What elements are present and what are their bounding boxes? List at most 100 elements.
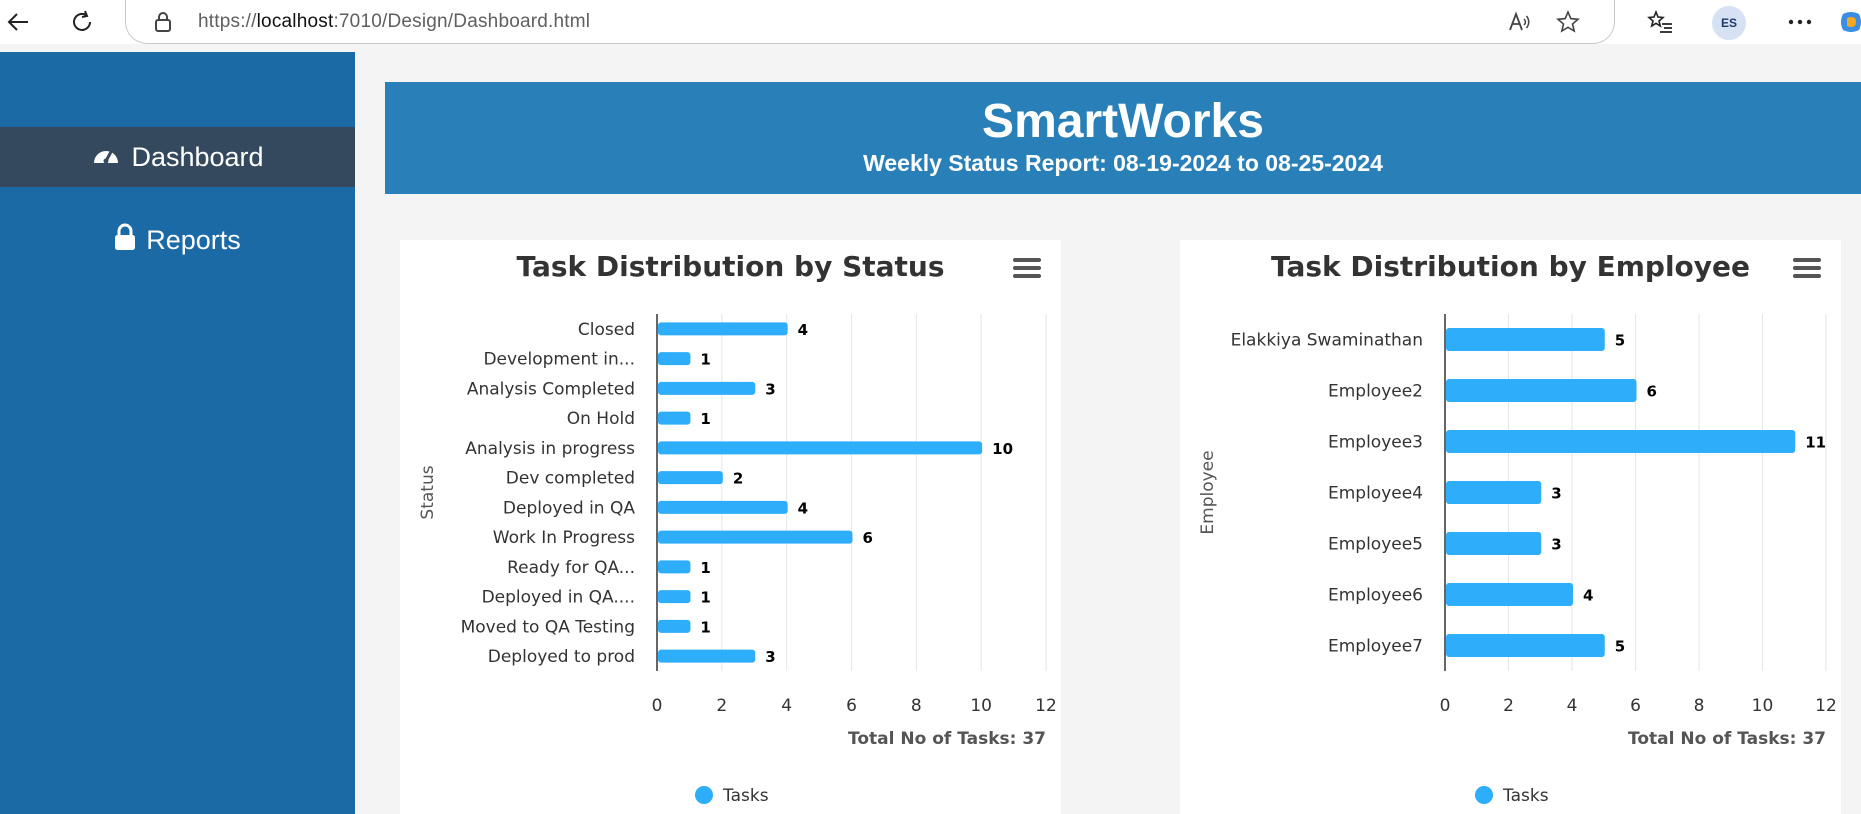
x-axis-title: Total No of Tasks: 37: [848, 729, 1046, 749]
status-chart-panel: Task Distribution by Status Closed 4 Devel…: [400, 240, 1061, 814]
sidebar-item-reports[interactable]: Reports: [0, 210, 355, 270]
data-label: 5: [1615, 638, 1625, 656]
category-label: Development in...: [483, 350, 635, 370]
data-label: 3: [765, 380, 775, 398]
status-chart: Closed 4 Development in... 1 Analysis Comple…: [418, 314, 1057, 806]
data-label: 3: [1551, 536, 1561, 554]
address-bar[interactable]: https://localhost:7010/Design/Dashboard.…: [125, 0, 1615, 44]
data-label: 6: [1647, 383, 1657, 401]
sidebar: Dashboard Reports: [0, 52, 355, 814]
legend-label: Tasks: [1502, 786, 1549, 806]
data-label: 10: [992, 440, 1013, 458]
browser-toolbar: https://localhost:7010/Design/Dashboard.…: [0, 0, 1861, 44]
tick-label: 0: [1440, 696, 1451, 716]
lock-icon: [114, 223, 136, 258]
category-label: Dev completed: [506, 469, 635, 489]
tick-label: 8: [911, 696, 922, 716]
data-label: 11: [1805, 434, 1826, 452]
more-options-icon[interactable]: [1785, 8, 1815, 36]
url-host: localhost: [256, 11, 334, 32]
bar: [658, 322, 788, 336]
category-label: Employee4: [1328, 484, 1423, 504]
data-label: 4: [798, 321, 808, 339]
category-label: Employee5: [1328, 535, 1423, 555]
bar: [1446, 379, 1637, 402]
data-label: 1: [700, 410, 710, 428]
category-label: Deployed in QA: [503, 498, 635, 518]
tick-label: 10: [970, 696, 992, 716]
bar: [658, 500, 788, 514]
category-label: Employee3: [1328, 433, 1423, 453]
refresh-icon[interactable]: [64, 6, 100, 38]
bar: [658, 590, 691, 604]
back-arrow-icon[interactable]: [0, 6, 36, 38]
y-axis-title: Employee: [1198, 450, 1218, 534]
legend-marker: [1475, 786, 1493, 804]
category-label: Deployed to prod: [488, 647, 635, 667]
bar: [1446, 328, 1605, 351]
read-aloud-icon[interactable]: [1506, 9, 1534, 35]
url-prefix: https://: [198, 11, 257, 32]
tick-label: 4: [781, 696, 792, 716]
category-label: Closed: [578, 320, 635, 340]
bar: [658, 411, 691, 425]
padlock-icon[interactable]: [154, 11, 172, 38]
bar: [658, 381, 756, 395]
bar: [658, 619, 691, 633]
tick-label: 12: [1035, 696, 1057, 716]
tick-label: 2: [716, 696, 727, 716]
url-path: :7010/Design/Dashboard.html: [333, 11, 591, 32]
data-label: 5: [1615, 332, 1625, 350]
data-label: 4: [1583, 587, 1593, 605]
tick-label: 12: [1815, 696, 1837, 716]
tick-label: 8: [1694, 696, 1705, 716]
sidebar-item-label: Reports: [146, 224, 241, 255]
bar: [658, 471, 723, 485]
header-banner: SmartWorks Weekly Status Report: 08-19-2…: [385, 82, 1861, 194]
category-label: On Hold: [567, 409, 635, 429]
sidebar-item-label: Dashboard: [131, 141, 264, 172]
category-label: Deployed in QA....: [482, 588, 635, 608]
favorites-icon[interactable]: [1645, 8, 1675, 36]
employee-chart: Elakkiya Swaminathan 5Employee2 6Employee3…: [1198, 314, 1837, 806]
category-label: Employee7: [1328, 637, 1423, 657]
page-subtitle: Weekly Status Report: 08-19-2024 to 08-2…: [863, 150, 1383, 176]
bar: [658, 352, 691, 366]
bar: [1446, 481, 1542, 504]
favorite-star-icon[interactable]: [1554, 9, 1582, 35]
category-label: Analysis Completed: [467, 379, 635, 399]
category-label: Employee6: [1328, 586, 1423, 606]
gauge-icon: [91, 141, 121, 174]
bar: [658, 560, 691, 574]
bar: [1446, 532, 1542, 555]
tick-label: 4: [1567, 696, 1578, 716]
sidebar-item-dashboard[interactable]: Dashboard: [0, 127, 355, 187]
category-label: Moved to QA Testing: [461, 617, 635, 637]
data-label: 6: [863, 529, 873, 547]
x-axis-title: Total No of Tasks: 37: [1628, 729, 1826, 749]
avatar[interactable]: ES: [1712, 6, 1746, 40]
tick-label: 6: [1630, 696, 1641, 716]
category-label: Employee2: [1328, 382, 1423, 402]
copilot-icon[interactable]: [1836, 8, 1861, 36]
data-label: 3: [765, 648, 775, 666]
bar: [658, 441, 983, 455]
data-label: 1: [700, 589, 710, 607]
legend-label: Tasks: [722, 786, 769, 806]
category-label: Work In Progress: [493, 528, 635, 548]
category-label: Elakkiya Swaminathan: [1231, 331, 1423, 351]
category-label: Ready for QA...: [507, 558, 635, 578]
bar: [1446, 430, 1796, 453]
category-label: Analysis in progress: [465, 439, 635, 459]
data-label: 1: [700, 618, 710, 636]
tick-label: 2: [1503, 696, 1514, 716]
url-text: https://localhost:7010/Design/Dashboard.…: [198, 11, 590, 33]
tick-label: 10: [1752, 696, 1774, 716]
bar: [658, 530, 853, 544]
y-axis-title: Status: [418, 465, 438, 519]
employee-chart-panel: Task Distribution by Employee Elakkiya S…: [1180, 240, 1841, 814]
legend-marker: [695, 786, 713, 804]
bar: [1446, 583, 1573, 606]
tick-label: 0: [652, 696, 663, 716]
data-label: 1: [700, 559, 710, 577]
